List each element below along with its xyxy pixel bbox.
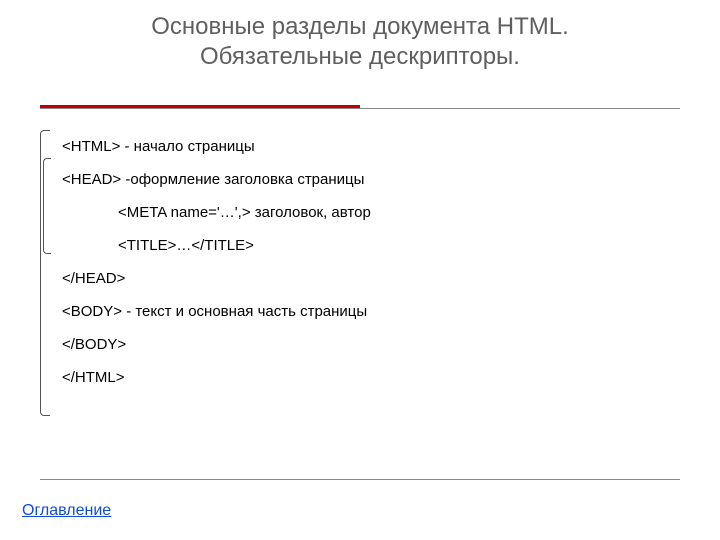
title-divider: [40, 105, 680, 109]
code-line: </BODY>: [62, 328, 371, 361]
code-line: <HEAD> -оформление заголовка страницы: [62, 163, 371, 196]
toc-link[interactable]: Оглавление: [22, 502, 111, 520]
slide-title: Основные разделы документа HTML. Обязате…: [0, 0, 720, 72]
title-line-1: Основные разделы документа HTML.: [0, 12, 720, 42]
code-block: <HTML> - начало страницы <HEAD> -оформле…: [62, 130, 371, 394]
footer-divider: [40, 479, 680, 480]
code-line: <META name='…',> заголовок, автор: [62, 196, 371, 229]
code-line: <BODY> - текст и основная часть страницы: [62, 295, 371, 328]
title-line-2: Обязательные дескрипторы.: [0, 42, 720, 72]
divider-line: [40, 108, 680, 109]
code-line: <TITLE>…</TITLE>: [62, 229, 371, 262]
code-line: </HEAD>: [62, 262, 371, 295]
bracket-inner-icon: [43, 158, 51, 254]
code-line: <HTML> - начало страницы: [62, 130, 371, 163]
code-line: </HTML>: [62, 361, 371, 394]
